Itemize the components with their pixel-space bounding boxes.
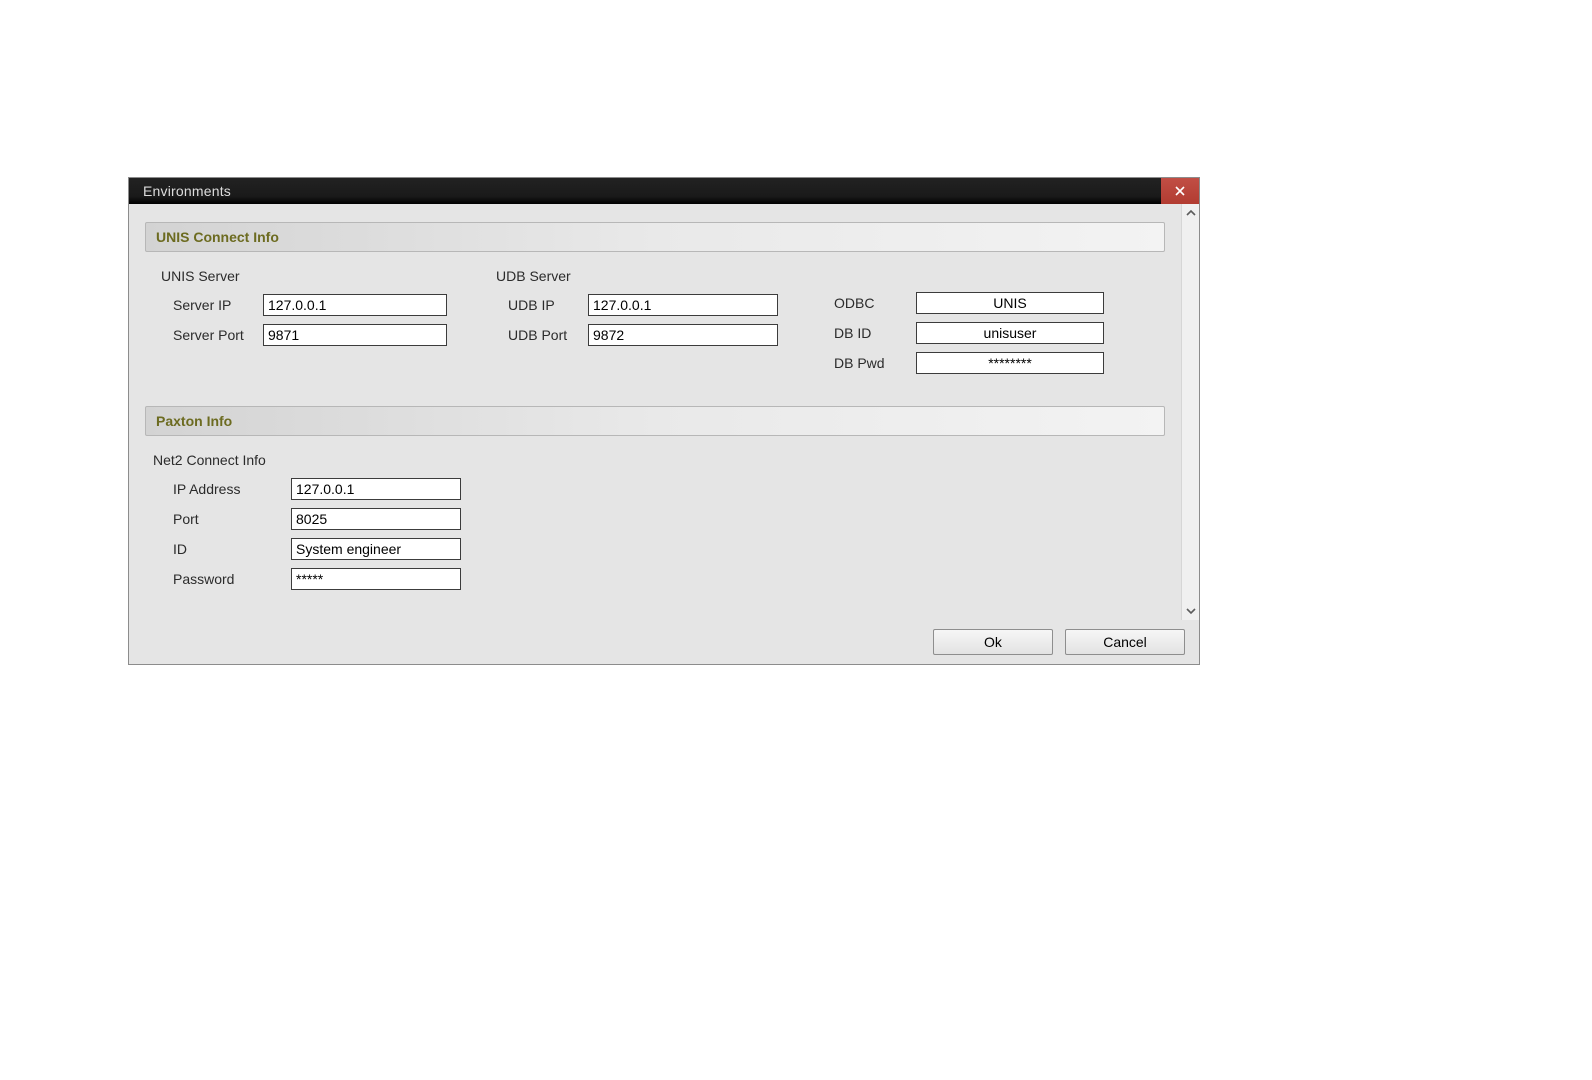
section-header-paxton: Paxton Info xyxy=(145,406,1165,436)
section-header-unis-label: UNIS Connect Info xyxy=(156,229,279,245)
chevron-down-icon xyxy=(1186,606,1196,616)
input-db-id[interactable] xyxy=(916,322,1104,344)
input-net2-port[interactable] xyxy=(291,508,461,530)
input-net2-id[interactable] xyxy=(291,538,461,560)
titlebar: Environments xyxy=(129,178,1199,204)
chevron-up-icon xyxy=(1186,208,1196,218)
environments-dialog: Environments UNIS Connect Info UNIS Serv… xyxy=(128,177,1200,665)
ok-button[interactable]: Ok xyxy=(933,629,1053,655)
content-pane: UNIS Connect Info UNIS Server Server IP … xyxy=(129,204,1181,620)
label-udb-port: UDB Port xyxy=(508,327,588,343)
row-net2-password: Password xyxy=(149,564,1161,594)
scroll-up-button[interactable] xyxy=(1184,206,1198,220)
label-server-ip: Server IP xyxy=(173,297,263,313)
row-net2-ip: IP Address xyxy=(149,474,1161,504)
row-server-ip: Server IP xyxy=(149,290,484,320)
section-header-unis: UNIS Connect Info xyxy=(145,222,1165,252)
row-db-id: DB ID xyxy=(814,318,1161,348)
label-db-pwd: DB Pwd xyxy=(834,355,916,371)
label-odbc: ODBC xyxy=(834,295,916,311)
close-button[interactable] xyxy=(1161,178,1199,204)
row-odbc: ODBC xyxy=(814,288,1161,318)
window-title: Environments xyxy=(143,183,231,199)
dialog-footer: Ok Cancel xyxy=(129,620,1199,664)
input-net2-password[interactable] xyxy=(291,568,461,590)
input-net2-ip[interactable] xyxy=(291,478,461,500)
section-gap xyxy=(145,392,1165,406)
paxton-subheading: Net2 Connect Info xyxy=(149,448,1161,474)
label-udb-ip: UDB IP xyxy=(508,297,588,313)
input-server-port[interactable] xyxy=(263,324,447,346)
input-server-ip[interactable] xyxy=(263,294,447,316)
label-net2-password: Password xyxy=(173,571,291,587)
cancel-button[interactable]: Cancel xyxy=(1065,629,1185,655)
input-udb-ip[interactable] xyxy=(588,294,778,316)
close-icon xyxy=(1174,185,1186,197)
label-db-id: DB ID xyxy=(834,325,916,341)
unis-server-column: UNIS Server Server IP Server Port xyxy=(149,264,484,378)
row-server-port: Server Port xyxy=(149,320,484,350)
label-net2-ip: IP Address xyxy=(173,481,291,497)
paxton-section-body: Net2 Connect Info IP Address Port ID xyxy=(145,444,1165,608)
vertical-scrollbar[interactable] xyxy=(1181,204,1199,620)
udb-server-heading: UDB Server xyxy=(484,264,814,290)
label-net2-port: Port xyxy=(173,511,291,527)
row-udb-port: UDB Port xyxy=(484,320,814,350)
section-header-paxton-label: Paxton Info xyxy=(156,413,232,429)
db-column: ODBC DB ID DB Pwd xyxy=(814,264,1161,378)
input-udb-port[interactable] xyxy=(588,324,778,346)
label-server-port: Server Port xyxy=(173,327,263,343)
label-net2-id: ID xyxy=(173,541,291,557)
row-udb-ip: UDB IP xyxy=(484,290,814,320)
db-column-spacer xyxy=(814,264,1161,288)
scroll-area: UNIS Connect Info UNIS Server Server IP … xyxy=(129,204,1199,620)
scroll-down-button[interactable] xyxy=(1184,604,1198,618)
input-odbc[interactable] xyxy=(916,292,1104,314)
row-db-pwd: DB Pwd xyxy=(814,348,1161,378)
row-net2-port: Port xyxy=(149,504,1161,534)
unis-section-body: UNIS Server Server IP Server Port UDB Se… xyxy=(145,260,1165,392)
client-area: UNIS Connect Info UNIS Server Server IP … xyxy=(129,204,1199,664)
udb-server-column: UDB Server UDB IP UDB Port xyxy=(484,264,814,378)
unis-server-heading: UNIS Server xyxy=(149,264,484,290)
input-db-pwd[interactable] xyxy=(916,352,1104,374)
row-net2-id: ID xyxy=(149,534,1161,564)
